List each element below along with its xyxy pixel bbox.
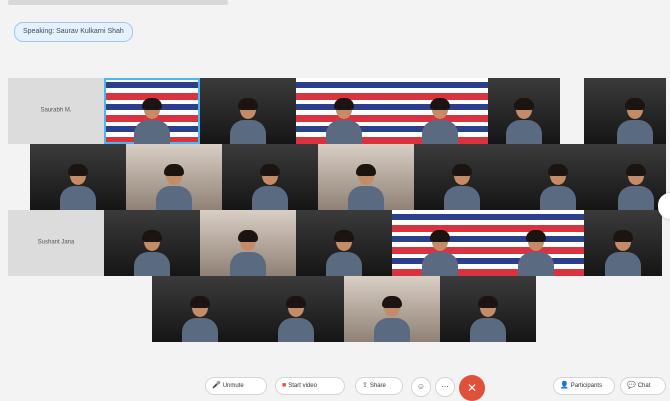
chat-icon: 💬	[627, 382, 636, 389]
participant-video	[182, 296, 218, 342]
participant-video	[230, 230, 266, 276]
participant-name: Sushant Jana	[37, 239, 75, 246]
participant-video	[518, 230, 554, 276]
chat-button[interactable]: 💬 Chat	[620, 377, 666, 395]
meeting-controls: 🎤 Unmute ■ Start video ⇪ Share ☺ ⋯ ✕ 👤 P…	[0, 375, 670, 401]
window-top-bar	[8, 0, 228, 5]
participant-tile[interactable]	[152, 276, 248, 342]
participant-video	[156, 164, 192, 210]
participant-tile[interactable]	[126, 144, 222, 210]
participant-video	[348, 164, 384, 210]
unmute-button[interactable]: 🎤 Unmute	[205, 377, 267, 395]
smile-icon: ☺	[416, 382, 426, 391]
participant-tile[interactable]	[248, 276, 344, 342]
participant-video	[605, 230, 641, 276]
participant-tile[interactable]	[222, 144, 318, 210]
participant-video	[252, 164, 288, 210]
participant-tile[interactable]	[488, 78, 560, 144]
participant-name: Saurabh M.	[40, 107, 72, 114]
participant-tile[interactable]	[440, 276, 536, 342]
more-icon: ⋯	[441, 382, 449, 391]
participant-tile[interactable]	[584, 78, 604, 144]
share-label: Share	[369, 383, 386, 389]
participant-tile[interactable]	[414, 144, 510, 210]
participant-video	[230, 98, 266, 144]
participant-video	[134, 230, 170, 276]
participant-tile[interactable]: Saurabh M.	[8, 78, 104, 144]
mic-off-icon: 🎤	[212, 382, 221, 389]
participant-tile[interactable]	[104, 210, 200, 276]
participant-video	[444, 164, 480, 210]
unmute-label: Unmute	[222, 383, 244, 389]
participant-video	[617, 98, 653, 144]
participant-video	[134, 98, 170, 144]
participant-video	[618, 164, 654, 210]
participant-tile[interactable]	[296, 210, 392, 276]
participants-label: Participants	[570, 383, 603, 389]
participant-tile[interactable]	[200, 210, 296, 276]
participant-video	[470, 296, 506, 342]
active-speaker-badge: Speaking: Saurav Kulkarni Shah	[14, 22, 133, 42]
participant-tile[interactable]: Sushant Jana	[8, 210, 104, 276]
participant-tile[interactable]	[104, 78, 200, 144]
start-video-button[interactable]: ■ Start video	[275, 377, 345, 395]
participant-tile[interactable]	[584, 210, 662, 276]
more-options-button[interactable]: ⋯	[435, 377, 455, 397]
share-icon: ⇪	[362, 382, 368, 389]
participants-button[interactable]: 👤 Participants	[553, 377, 615, 395]
participant-video	[326, 230, 362, 276]
share-button[interactable]: ⇪ Share	[355, 377, 403, 395]
start-video-label: Start video	[288, 383, 317, 389]
participant-video	[326, 98, 362, 144]
video-off-icon: ■	[282, 382, 287, 389]
participant-tile[interactable]	[30, 144, 126, 210]
participant-tile[interactable]	[510, 144, 606, 210]
chat-label: Chat	[637, 383, 651, 389]
participant-tile[interactable]	[296, 78, 392, 144]
participant-tile[interactable]	[604, 78, 666, 144]
leave-meeting-button[interactable]: ✕	[459, 375, 485, 401]
participant-video	[278, 296, 314, 342]
participant-tile[interactable]	[606, 144, 666, 210]
participant-video	[422, 230, 458, 276]
participant-tile[interactable]	[392, 78, 488, 144]
people-icon: 👤	[560, 382, 569, 389]
participant-video	[374, 296, 410, 342]
participant-tile[interactable]	[200, 78, 296, 144]
participant-tile[interactable]	[488, 210, 584, 276]
participant-tile[interactable]	[392, 210, 488, 276]
participant-video	[540, 164, 576, 210]
participant-video	[422, 98, 458, 144]
participant-tile[interactable]	[344, 276, 440, 342]
participant-tile[interactable]	[318, 144, 414, 210]
participant-video	[506, 98, 542, 144]
close-icon: ✕	[466, 381, 478, 395]
reactions-button[interactable]: ☺	[411, 377, 431, 397]
participant-video	[60, 164, 96, 210]
